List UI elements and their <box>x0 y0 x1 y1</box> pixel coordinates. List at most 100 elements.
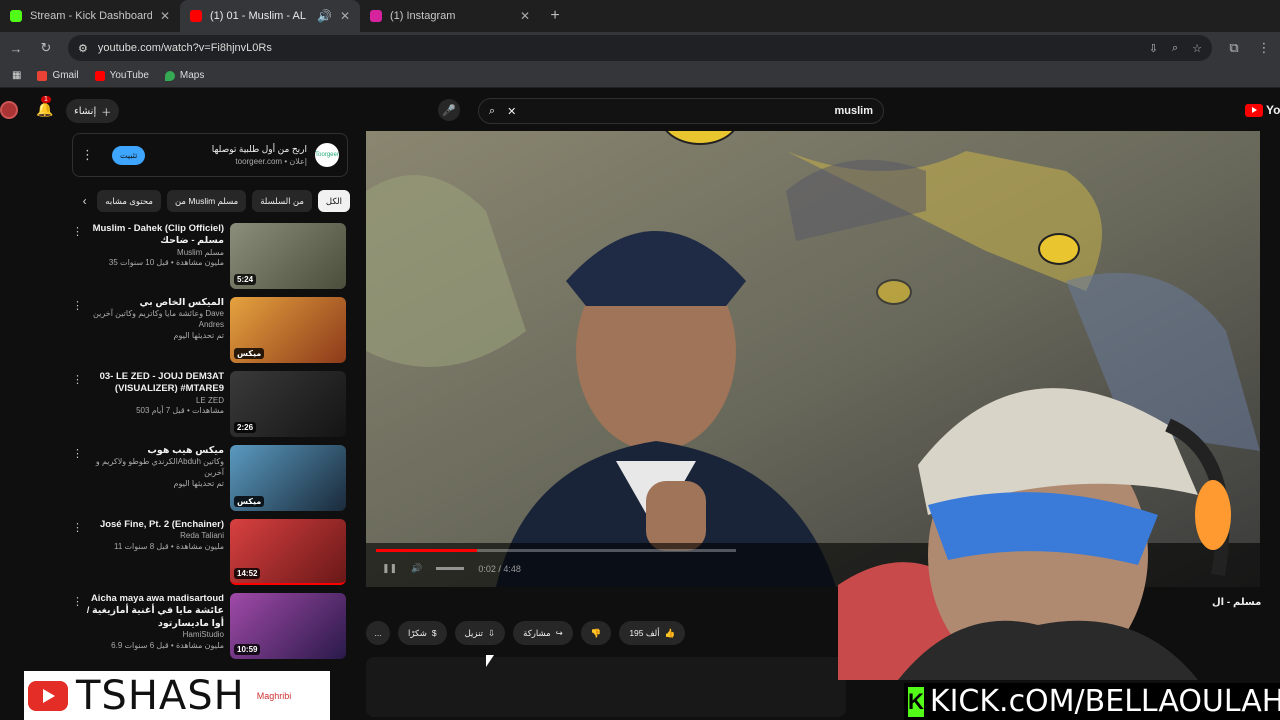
channel-name[interactable]: وعائشة مايا وكاتريم وكاتين آخرين Dave An… <box>84 309 224 331</box>
clear-search-icon[interactable]: ✕ <box>507 105 516 118</box>
search-icon[interactable]: ⌕ <box>489 105 495 118</box>
tab-youtube-video[interactable]: (1) 01 - Muslim - AL RISSALA 🔊 ✕ <box>180 0 360 32</box>
list-item[interactable]: ⋮ Muslim - Dahek (Clip Officiel) مسلم - … <box>72 223 350 297</box>
search-input[interactable]: ⌕ ✕ muslim <box>478 98 884 124</box>
ad-more-icon[interactable]: ⋮ <box>81 147 94 163</box>
video-title[interactable]: 03- LE ZED - JOUJ DEM3AT (VISUALIZER) #M… <box>84 371 224 396</box>
video-thumbnail[interactable]: 2:26 <box>230 371 346 437</box>
share-icon: ↪ <box>555 627 563 638</box>
youtube-logo[interactable]: Yo <box>1245 103 1280 117</box>
video-title[interactable]: Muslim - Dahek (Clip Officiel) مسلم - ضا… <box>84 223 224 248</box>
list-item[interactable]: ⋮ José Fine, Pt. 2 (Enchainer) Reda Tali… <box>72 519 350 593</box>
install-app-icon[interactable]: ⇩ <box>1149 42 1158 55</box>
list-item[interactable]: ⋮ 03- LE ZED - JOUJ DEM3AT (VISUALIZER) … <box>72 371 350 445</box>
more-options-icon[interactable]: ⋮ <box>72 297 84 371</box>
thanks-icon: $ <box>431 628 437 638</box>
bookmark-apps-icon[interactable]: ▦ <box>12 70 21 81</box>
more-options-icon[interactable]: ⋮ <box>72 223 84 297</box>
bookmark-star-icon[interactable]: ☆ <box>1192 42 1202 55</box>
bookmark-maps[interactable]: Maps <box>164 70 205 81</box>
channel-name[interactable]: Muslim مسلم <box>84 248 224 259</box>
video-title[interactable]: ميكس هيب هوب <box>84 445 224 457</box>
notifications-bell-icon[interactable]: 🔔 1 <box>36 96 53 118</box>
extensions-puzzle-icon[interactable]: ⧉ <box>1226 40 1242 56</box>
list-item[interactable]: ⋮ ميكس هيب هوب الكرندي طوطو ولاكريم وAbd… <box>72 445 350 519</box>
zoom-icon[interactable]: ⌕ <box>1172 42 1178 55</box>
tab-instagram[interactable]: (1) Instagram ✕ <box>360 0 540 32</box>
volume-icon[interactable]: 🔊 <box>411 563 422 574</box>
microphone-icon[interactable]: 🎤 <box>438 99 460 121</box>
mouse-cursor-icon <box>486 655 494 667</box>
description-box[interactable] <box>366 657 846 717</box>
more-actions-button[interactable]: ... <box>366 621 390 645</box>
video-thumbnail[interactable]: ميكس <box>230 445 346 511</box>
audio-playing-icon[interactable]: 🔊 <box>317 9 332 23</box>
reload-icon[interactable]: ↻ <box>38 40 54 56</box>
thanks-button[interactable]: شكرًا $ <box>398 621 447 645</box>
address-bar[interactable]: ⚙ youtube.com/watch?v=Fi8hjnvL0Rs ⇩ ⌕ ☆ <box>68 35 1212 61</box>
download-icon: ⇩ <box>488 627 496 638</box>
progress-bar[interactable] <box>376 549 736 552</box>
site-settings-icon[interactable]: ⚙ <box>78 42 88 55</box>
channel-name[interactable]: Reda Taliani <box>84 531 224 542</box>
video-title[interactable]: الميكس الخاص بي <box>84 297 225 309</box>
bookmark-label: Maps <box>179 70 205 81</box>
ad-install-button[interactable]: تثبيت <box>112 145 146 165</box>
chip-from-series[interactable]: من السلسلة <box>252 190 312 212</box>
ad-domain: toorgeer.com <box>235 157 283 166</box>
list-item[interactable]: ⋮ Aicha maya awa madisartoud عائشة مايا … <box>72 593 350 667</box>
avatar[interactable] <box>0 101 18 119</box>
new-tab-plus-icon[interactable]: + <box>540 0 570 32</box>
close-tab-icon[interactable]: ✕ <box>520 9 530 23</box>
tab-title: (1) Instagram <box>390 10 456 22</box>
dislike-button[interactable]: 👎 <box>580 621 612 645</box>
close-tab-icon[interactable]: ✕ <box>340 9 350 23</box>
more-options-icon[interactable]: ⋮ <box>72 445 84 519</box>
video-thumbnail[interactable]: 5:24 <box>230 223 346 289</box>
video-thumbnail[interactable]: 14:52 <box>230 519 346 585</box>
mix-badge: ميكس <box>234 348 265 359</box>
tab-kick-dashboard[interactable]: Stream - Kick Dashboard ✕ <box>0 0 180 32</box>
video-stats: 11 مليون مشاهدة • قبل 8 سنوات <box>113 542 224 552</box>
progress-fill <box>376 549 477 552</box>
forward-arrow-icon[interactable]: → <box>8 41 24 56</box>
time-display: 0:02 / 4:48 <box>478 563 521 574</box>
ad-text: اربح من أول طلبية توصلها toorgeer.com • … <box>212 144 307 166</box>
channel-name[interactable]: HamiStudio <box>84 630 224 641</box>
create-button[interactable]: إنشاء ＋ <box>66 99 120 123</box>
channel-name[interactable]: الكرندي طوطو ولاكريم وAbduh وكاتين آخرين <box>84 457 224 479</box>
list-item[interactable]: ⋮ الميكس الخاص بي وعائشة مايا وكاتريم وك… <box>72 297 350 371</box>
sticker-bee-icon <box>1038 233 1080 265</box>
close-tab-icon[interactable]: ✕ <box>160 9 170 23</box>
video-title[interactable]: Aicha maya awa madisartoud عائشة مايا في… <box>84 593 224 630</box>
plus-icon: ＋ <box>101 107 112 119</box>
video-thumbnail[interactable]: 10:59 <box>230 593 346 659</box>
video-stats: 503 مشاهدات • قبل 7 أيام <box>136 406 224 416</box>
menu-dots-icon[interactable]: ⋮ <box>1256 40 1272 56</box>
share-button[interactable]: مشاركة ↪ <box>513 621 573 645</box>
bookmark-gmail[interactable]: Gmail <box>37 70 79 81</box>
bookmark-youtube[interactable]: YouTube <box>94 70 149 81</box>
video-stats: 35 مليون مشاهدة • قبل 10 سنوات <box>108 258 224 268</box>
kick-logo-icon: K <box>908 686 924 717</box>
chip-from-muslim[interactable]: من Muslim مسلم <box>166 190 247 212</box>
brand-sub: Maghribi <box>256 691 292 701</box>
chevron-left-icon[interactable]: ‹ <box>78 194 91 208</box>
volume-slider[interactable] <box>436 567 465 570</box>
more-options-icon[interactable]: ⋮ <box>72 519 84 593</box>
more-options-icon[interactable]: ⋮ <box>72 371 84 445</box>
video-title[interactable]: José Fine, Pt. 2 (Enchainer) <box>84 519 224 531</box>
channel-name[interactable]: LE ZED <box>84 396 224 407</box>
video-thumbnail[interactable]: ميكس <box>230 297 346 363</box>
chip-all[interactable]: الكل <box>317 190 350 212</box>
kick-favicon-icon <box>10 10 22 22</box>
pause-icon[interactable]: ❚❚ <box>382 563 397 574</box>
download-button[interactable]: تنزيل ⇩ <box>454 621 506 645</box>
chip-similar[interactable]: محتوى مشابه <box>97 190 161 212</box>
kick-url-banner: K KICK.cOM/BELLAOULAH <box>904 683 1280 720</box>
more-options-icon[interactable]: ⋮ <box>72 593 84 667</box>
sponsored-ad[interactable]: ⋮ تثبيت اربح من أول طلبية توصلها toorgee… <box>72 133 348 177</box>
thumbs-down-icon: 👎 <box>590 627 602 638</box>
like-button[interactable]: 195 ألف 👍 <box>619 621 686 645</box>
video-meta: Aicha maya awa madisartoud عائشة مايا في… <box>84 593 230 667</box>
